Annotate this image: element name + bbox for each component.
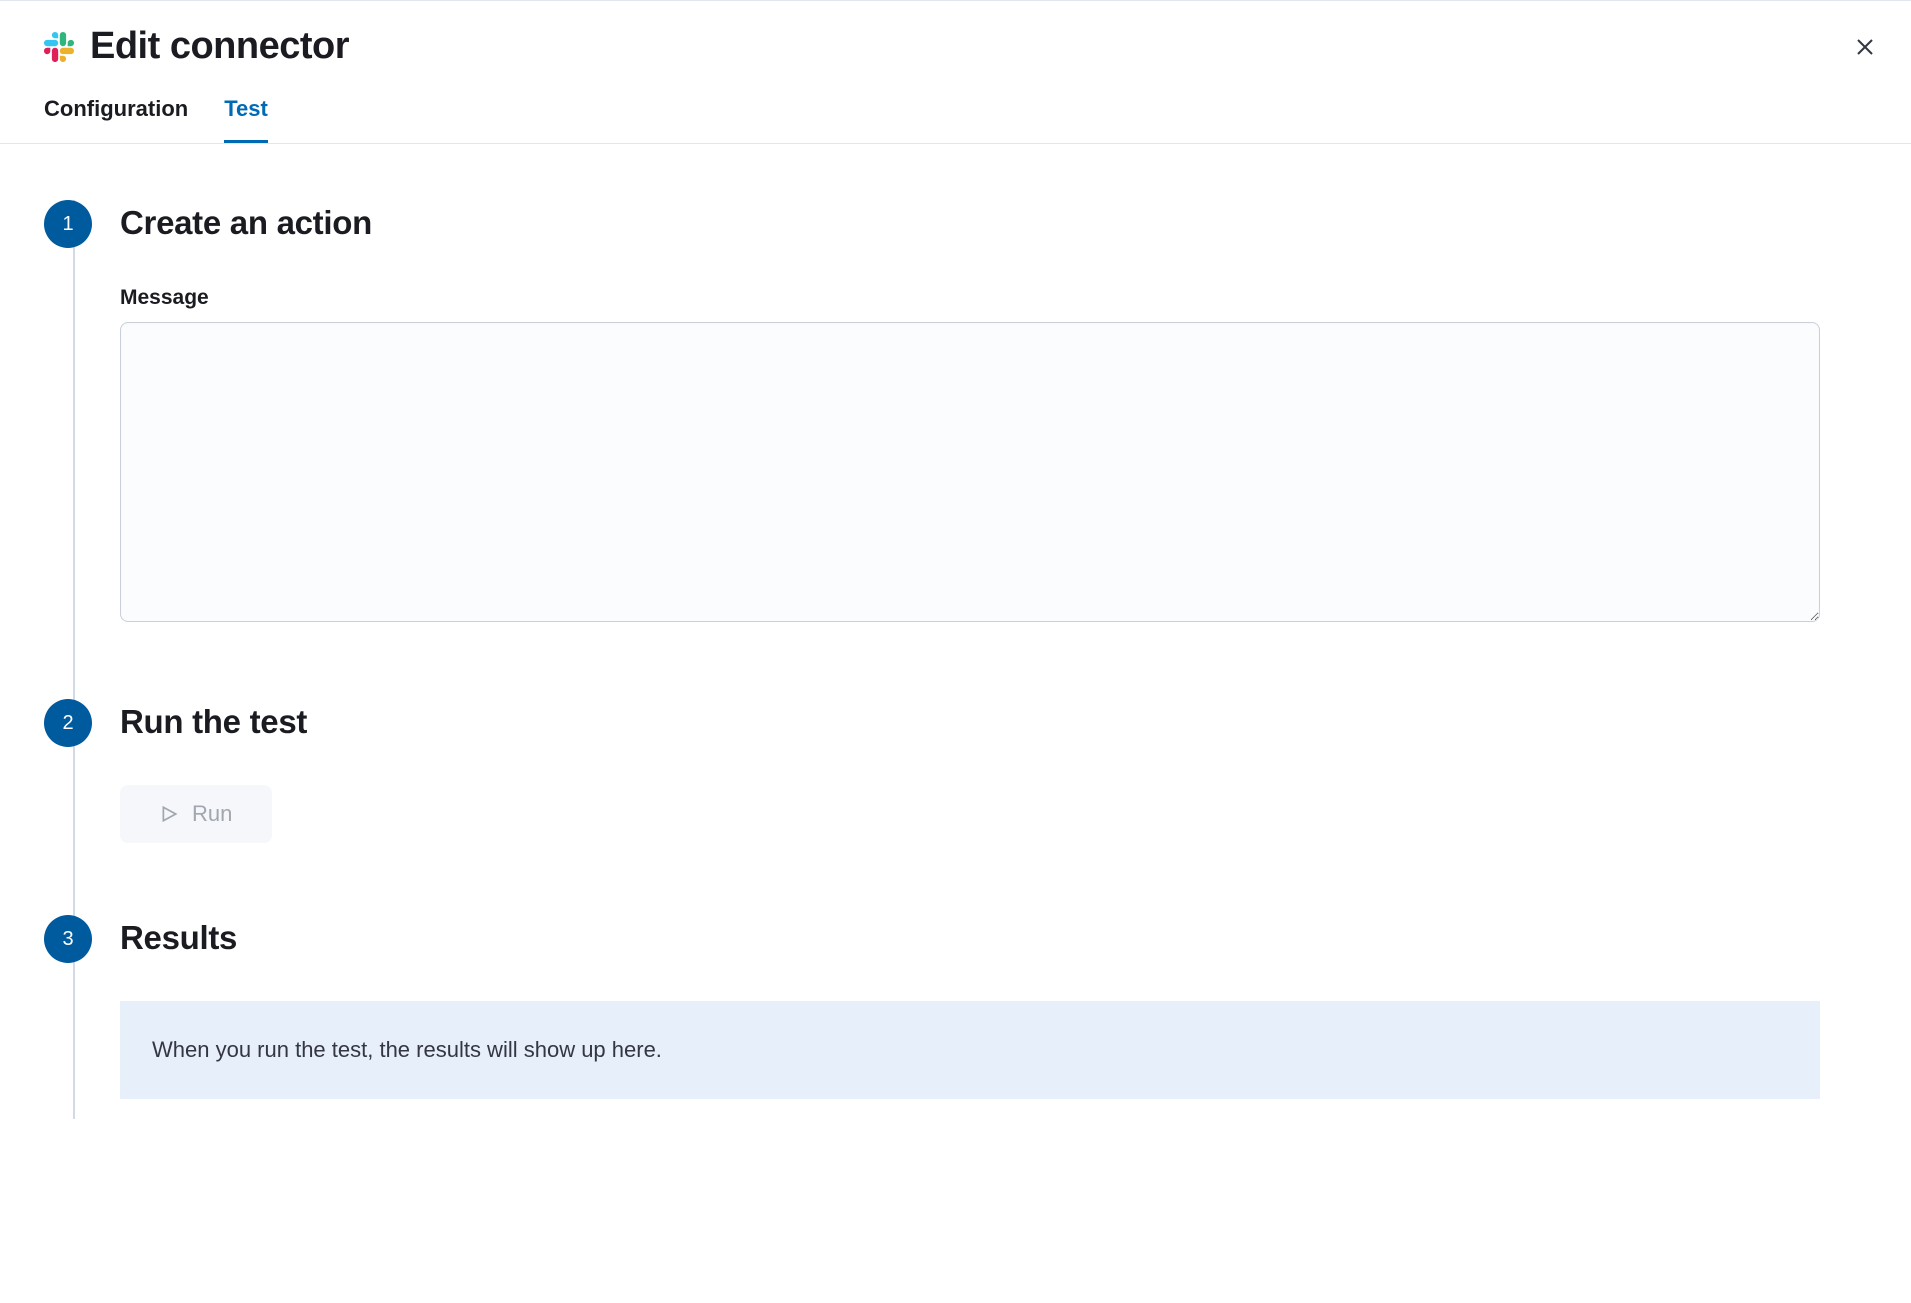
step-title-run-test: Run the test [120,703,1867,741]
play-icon [160,805,178,823]
run-button[interactable]: Run [120,785,272,843]
tab-configuration[interactable]: Configuration [44,96,188,143]
step-number-2: 2 [44,699,92,747]
tab-test[interactable]: Test [224,96,268,143]
message-label: Message [120,286,1867,310]
step-number-1: 1 [44,200,92,248]
tabs: Configuration Test [44,96,1867,143]
step-run-test: 2 Run the test Run [44,699,1867,915]
results-placeholder: When you run the test, the results will … [120,1001,1820,1099]
close-icon [1853,35,1877,59]
step-results: 3 Results When you run the test, the res… [44,915,1867,1119]
title-row: Edit connector [44,25,1867,68]
close-button[interactable] [1847,29,1883,65]
step-title-results: Results [120,919,1867,957]
header: Edit connector Configuration Test [0,1,1911,144]
page-title: Edit connector [90,25,349,68]
content: 1 Create an action Message 2 Run the tes… [0,144,1911,1163]
message-input[interactable] [120,322,1820,622]
step-number-3: 3 [44,915,92,963]
step-create-action: 1 Create an action Message [44,200,1867,699]
slack-icon [44,32,74,62]
steps: 1 Create an action Message 2 Run the tes… [44,200,1867,1119]
run-button-label: Run [192,801,232,827]
step-title-create-action: Create an action [120,204,1867,242]
